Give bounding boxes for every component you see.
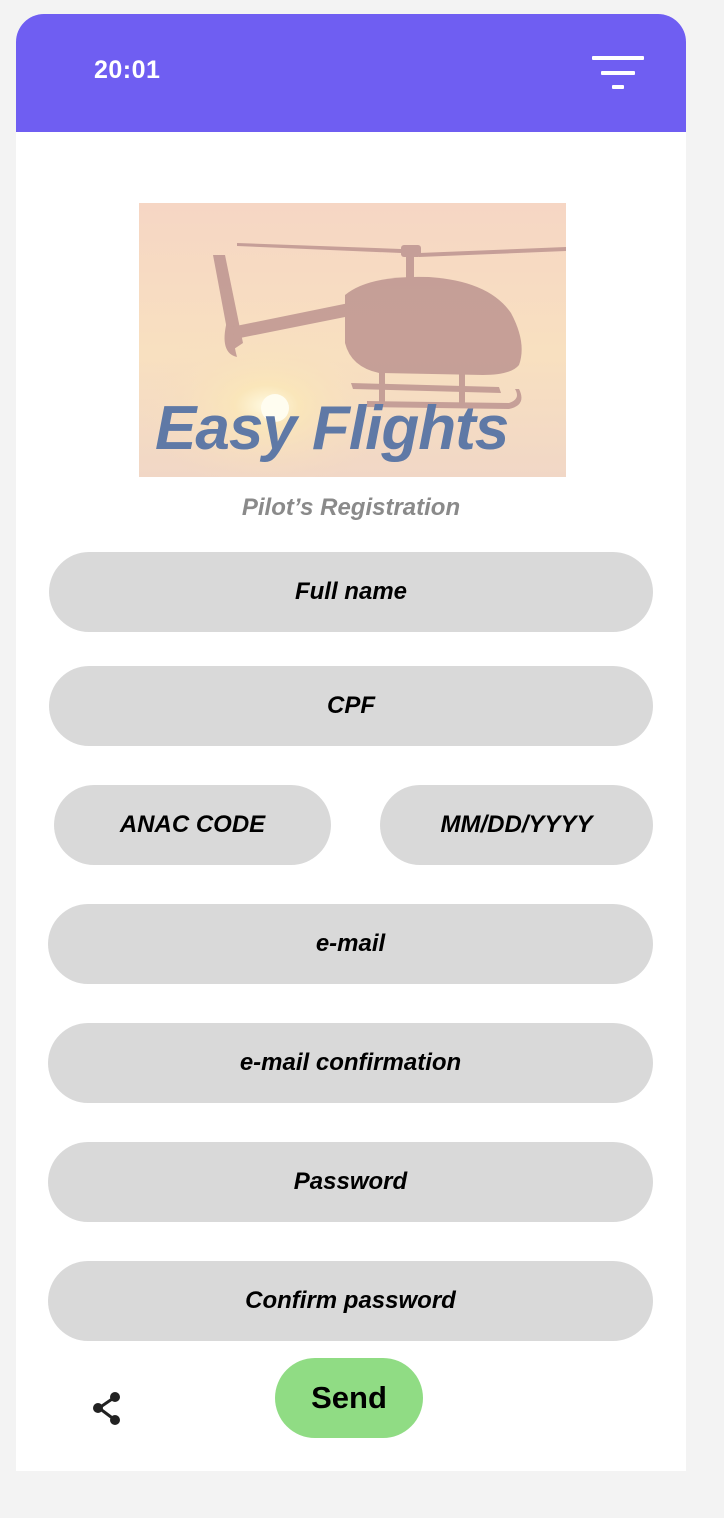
password-placeholder: Password (293, 1168, 408, 1195)
app-title: Easy Flights (155, 394, 509, 463)
birth-date-input[interactable]: MM/DD/YYYY (380, 785, 653, 865)
filter-lines-icon[interactable] (592, 56, 646, 92)
cpf-input[interactable]: CPF (49, 666, 653, 746)
status-bar: 20:01 (16, 14, 686, 132)
email-confirmation-placeholder: e-mail confirmation (239, 1049, 462, 1076)
password-input[interactable]: Password (48, 1142, 653, 1222)
confirm-password-placeholder: Confirm password (245, 1287, 456, 1314)
full-name-placeholder: Full name (294, 578, 408, 605)
anac-code-input[interactable]: ANAC CODE (54, 785, 331, 865)
anac-code-placeholder: ANAC CODE (119, 811, 266, 838)
cpf-placeholder: CPF (327, 692, 375, 719)
phone-screen: 20:01 Easy Flights Pilot’s Registration … (16, 14, 686, 1471)
email-confirmation-input[interactable]: e-mail confirmation (48, 1023, 653, 1103)
full-name-input[interactable]: Full name (49, 552, 653, 632)
page-subtitle: Pilot’s Registration (241, 494, 461, 521)
send-button[interactable]: Send (275, 1358, 423, 1438)
email-placeholder: e-mail (315, 930, 386, 957)
status-time: 20:01 (94, 56, 161, 84)
birth-date-placeholder: MM/DD/YYYY (440, 811, 593, 838)
confirm-password-input[interactable]: Confirm password (48, 1261, 653, 1341)
email-input[interactable]: e-mail (48, 904, 653, 984)
share-icon[interactable] (90, 1391, 124, 1427)
send-button-label: Send (311, 1380, 387, 1415)
hero-banner: Easy Flights (139, 203, 566, 477)
